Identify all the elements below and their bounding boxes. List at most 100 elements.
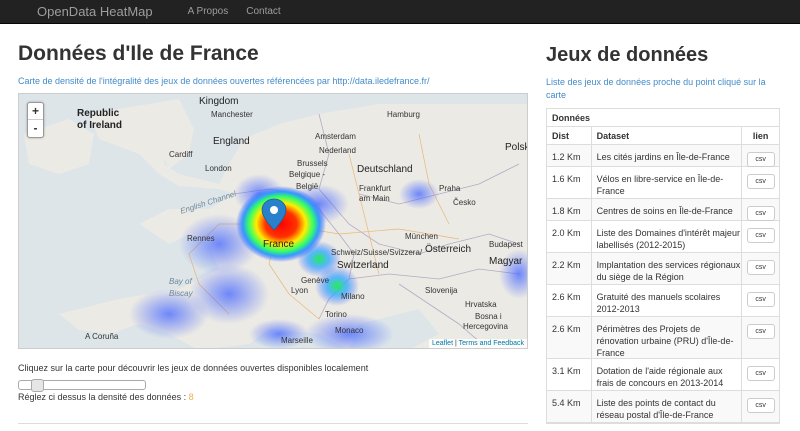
row-link-cell: csv	[742, 317, 779, 358]
row-dataset: Liste des Domaines d'intérêt majeur labe…	[592, 221, 743, 252]
map-label-geneve: Genève	[301, 276, 330, 285]
zoom-out-button[interactable]: -	[28, 120, 43, 137]
map-zoom-control: + -	[27, 102, 44, 138]
row-dataset: Périmètres des Projets de rénovation urb…	[592, 317, 743, 358]
sidebar-title: Jeux de données	[546, 44, 709, 66]
map-label-torino: Torino	[325, 310, 347, 319]
row-dist: 1.8 Km	[547, 199, 592, 220]
row-dist: 1.2 Km	[547, 145, 592, 166]
page-title: Données d'Ile de France	[18, 42, 259, 65]
row-link-cell: csv	[742, 359, 779, 390]
map-label-deutschland: Deutschland	[357, 164, 413, 175]
heatmap-map[interactable]: Kingdom Republic of Ireland Manchester E…	[18, 93, 528, 349]
table-body: 1.2 Km Les cités jardins en Île-de-France…	[547, 145, 779, 423]
map-label-rennes: Rennes	[187, 234, 215, 243]
map-label-hamburg: Hamburg	[387, 110, 420, 119]
map-label-of-ireland: of Ireland	[77, 120, 123, 131]
csv-button[interactable]: csv	[746, 398, 775, 413]
map-label-schweiz: Schweiz/Suisse/Svizzera/	[331, 248, 423, 257]
map-attribution: Leaflet | Terms and Feedback	[429, 339, 527, 348]
row-dataset: Implantation des services régionaux du s…	[592, 253, 743, 284]
map-label-marseille: Marseille	[281, 336, 314, 345]
csv-button[interactable]: csv	[746, 206, 775, 221]
density-slider-handle[interactable]	[31, 379, 44, 392]
table-row: 2.6 Km Gratuité des manuels scolaires 201…	[547, 285, 779, 317]
csv-button[interactable]: csv	[746, 366, 775, 381]
map-label-a-coruna: A Coruña	[85, 332, 119, 341]
map-label-kingdom: Kingdom	[199, 96, 239, 107]
density-slider[interactable]	[18, 379, 146, 392]
row-dist: 2.6 Km	[547, 285, 592, 316]
map-label-osterreich: Österreich	[425, 244, 472, 255]
map-label-cesko: Česko	[453, 198, 476, 207]
map-label-london: London	[205, 164, 232, 173]
density-text: Réglez ci dessus la densité des données …	[18, 392, 194, 402]
map-label-belgie: België	[296, 182, 319, 191]
leaflet-link[interactable]: Leaflet	[432, 340, 453, 347]
map-label-budapest: Budapest	[489, 240, 523, 249]
map-label-nederland: Nederland	[319, 146, 356, 155]
divider	[18, 423, 528, 424]
page-description-link[interactable]: Carte de densité de l'intégralité des je…	[18, 76, 429, 86]
row-dataset: Gratuité des manuels scolaires 2012-2013	[592, 285, 743, 316]
row-link-cell: csv	[742, 253, 779, 284]
map-label-am-main: am Main	[359, 194, 390, 203]
map-label-belgique: Belgique -	[289, 170, 326, 179]
map-label-england: England	[213, 136, 250, 147]
row-dist: 2.0 Km	[547, 221, 592, 252]
row-link-cell: csv	[742, 145, 779, 167]
map-label-milano: Milano	[341, 292, 365, 301]
row-dataset: Les cités jardins en Île-de-France	[592, 145, 743, 166]
terms-link[interactable]: Terms and Feedback	[459, 340, 524, 347]
row-link-cell: csv	[742, 285, 779, 316]
csv-button[interactable]: csv	[746, 260, 775, 275]
csv-button[interactable]: csv	[746, 324, 775, 339]
map-label-republic: Republic	[77, 108, 120, 119]
map-label-amsterdam: Amsterdam	[315, 132, 356, 141]
map-base-layer	[19, 94, 527, 348]
table-row: 2.0 Km Liste des Domaines d'intérêt majeu…	[547, 221, 779, 253]
sidebar-description: Liste des jeux de données proche du poin…	[546, 77, 766, 100]
map-label-praha: Praha	[439, 184, 461, 193]
map-label-munchen: München	[405, 232, 438, 241]
map-label-switzerland: Switzerland	[337, 260, 389, 271]
nav-link-contact[interactable]: Contact	[246, 6, 280, 17]
map-label-france: France	[263, 239, 295, 250]
table-row: 2.2 Km Implantation des services régionau…	[547, 253, 779, 285]
nav-link-a-propos[interactable]: A Propos	[188, 6, 229, 17]
row-dataset: Dotation de l'aide régionale aux frais d…	[592, 359, 743, 390]
row-link-cell: csv	[742, 167, 779, 198]
map-label-bay-of: Bay of	[169, 277, 192, 286]
row-link-cell: csv	[742, 391, 779, 422]
map-label-cardiff: Cardiff	[169, 150, 193, 159]
map-label-slovenija: Slovenija	[425, 286, 458, 295]
table-row: 5.4 Km Liste des points de contact du rés…	[547, 391, 779, 423]
map-label-polska: Polsk	[505, 142, 528, 153]
row-dist: 2.6 Km	[547, 317, 592, 358]
map-label-magyar: Magyar	[489, 256, 523, 267]
table-row: 1.6 Km Vélos en libre-service en Île-de-F…	[547, 167, 779, 199]
table-row: 3.1 Km Dotation de l'aide régionale aux f…	[547, 359, 779, 391]
row-dist: 3.1 Km	[547, 359, 592, 390]
csv-button[interactable]: csv	[746, 152, 775, 167]
brand-link[interactable]: OpenData HeatMap	[37, 4, 153, 19]
csv-button[interactable]: csv	[746, 174, 775, 189]
csv-button[interactable]: csv	[746, 292, 775, 307]
map-label-bosna: Bosna i	[475, 312, 502, 321]
table-row: 1.2 Km Les cités jardins en Île-de-France…	[547, 145, 779, 167]
row-link-cell: csv	[742, 199, 779, 221]
map-label-monaco: Monaco	[335, 326, 364, 335]
table-header: Dist Dataset lien	[547, 127, 779, 145]
map-label-biscay: Biscay	[169, 289, 193, 298]
navbar: OpenData HeatMap A Propos Contact	[0, 0, 800, 24]
zoom-in-button[interactable]: +	[28, 103, 43, 120]
column-header-dataset: Dataset	[592, 127, 743, 144]
column-header-lien: lien	[752, 131, 769, 141]
datasets-table: Données Dist Dataset lien 1.2 Km Les cité…	[546, 108, 780, 424]
map-label-hercegovina: Hercegovina	[463, 322, 508, 331]
density-value: 8	[188, 392, 194, 402]
map-label-frankfurt: Frankfurt	[359, 184, 392, 193]
csv-button[interactable]: csv	[746, 228, 775, 243]
column-header-dist: Dist	[547, 127, 592, 144]
table-row: 1.8 Km Centres de soins en Île-de-France c…	[547, 199, 779, 221]
